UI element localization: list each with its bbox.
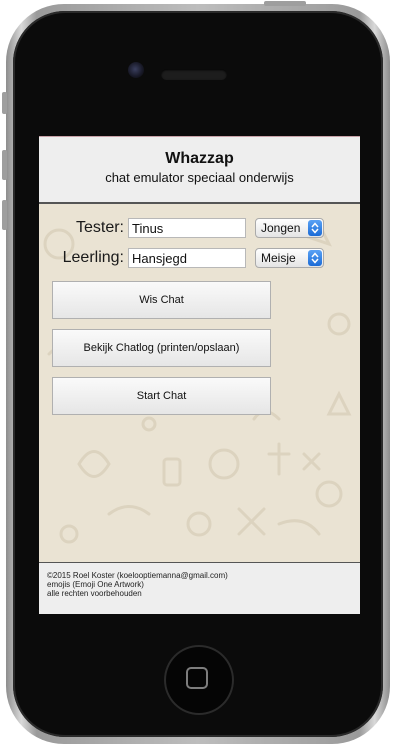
student-name-input[interactable] — [128, 248, 246, 268]
clear-chat-button[interactable]: Wis Chat — [52, 281, 271, 319]
tester-gender-value: Jongen — [261, 221, 301, 235]
tester-label: Tester: — [75, 219, 124, 236]
home-square-icon — [186, 667, 208, 689]
front-camera-icon — [128, 62, 144, 78]
power-button — [264, 1, 306, 6]
app-title: Whazzap — [165, 150, 234, 167]
student-row: Leerling: Meisje — [39, 248, 360, 268]
mute-switch — [2, 92, 7, 114]
tester-name-input[interactable] — [128, 218, 246, 238]
app-header: Whazzap chat emulator speciaal onderwijs — [39, 136, 360, 204]
tester-row: Tester: Jongen — [39, 218, 360, 238]
tester-gender-select[interactable]: Jongen — [255, 218, 324, 238]
volume-up-button — [2, 150, 7, 180]
earpiece-speaker — [161, 69, 227, 80]
student-gender-select[interactable]: Meisje — [255, 248, 324, 268]
emoji-credit-text: emojis (Emoji One Artwork) — [47, 580, 144, 589]
student-label: Leerling: — [62, 249, 124, 266]
home-button[interactable] — [164, 645, 234, 715]
start-chat-button[interactable]: Start Chat — [52, 377, 271, 415]
select-arrows-icon — [308, 250, 322, 266]
select-arrows-icon — [308, 220, 322, 236]
copyright-text: ©2015 Roel Koster (koelooptiemanna@gmail… — [47, 571, 228, 580]
app-screen: Whazzap chat emulator speciaal onderwijs — [39, 136, 360, 614]
app-footer: ©2015 Roel Koster (koelooptiemanna@gmail… — [39, 562, 360, 614]
student-gender-value: Meisje — [261, 251, 296, 265]
volume-down-button — [2, 200, 7, 230]
view-chatlog-button[interactable]: Bekijk Chatlog (printen/opslaan) — [52, 329, 271, 367]
chat-setup-panel: Tester: Jongen Leerling: Meisje Wis Chat… — [39, 204, 360, 562]
app-subtitle: chat emulator speciaal onderwijs — [105, 170, 294, 185]
rights-text: alle rechten voorbehouden — [47, 589, 142, 598]
